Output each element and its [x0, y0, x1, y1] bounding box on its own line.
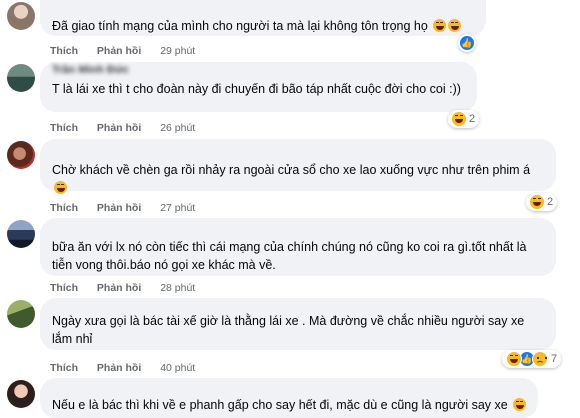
- like-button[interactable]: Thích: [50, 361, 78, 375]
- reply-button[interactable]: Phản hồi: [97, 201, 141, 215]
- comment-text-line-2: tiễn vong thôi.báo nó gọi xe khác mà về.: [52, 258, 276, 272]
- haha-emoji-icon: [506, 351, 522, 367]
- avatar[interactable]: [7, 141, 35, 169]
- like-emoji-icon: 👍: [460, 36, 474, 50]
- comment-text: Chờ khách về chèn ga rồi nhảy ra ngoài c…: [52, 163, 531, 177]
- comment-bubble: Chờ khách về chèn ga rồi nhảy ra ngoài c…: [40, 139, 556, 194]
- comment-author[interactable]: [52, 6, 474, 12]
- reaction-count: 2: [469, 113, 476, 125]
- reply-button[interactable]: Phản hồi: [97, 281, 141, 295]
- comment-text-line-1: Ngày xưa gọi là bác tài xế giờ là thằng …: [52, 314, 525, 328]
- comment-text-line-1: bữa ăn với lx nó còn tiếc thì cái mạng c…: [52, 240, 527, 254]
- comment-author[interactable]: [52, 381, 526, 386]
- reaction-summary[interactable]: 2: [526, 193, 558, 211]
- reaction-count: 7: [551, 353, 558, 365]
- reply-button[interactable]: Phản hồi: [97, 361, 141, 375]
- comment-text-line-2: lắm nhỉ: [52, 332, 93, 346]
- avatar[interactable]: [7, 64, 35, 92]
- like-button[interactable]: Thích: [50, 281, 78, 295]
- comment-author[interactable]: Trần Minh Đức: [52, 64, 465, 76]
- like-button[interactable]: Thích: [50, 121, 78, 135]
- avatar[interactable]: [7, 380, 35, 408]
- comment-actions: Thích Phản hồi 29 phút: [50, 44, 211, 58]
- reaction-summary[interactable]: 👍: [458, 34, 476, 52]
- haha-emoji-icon: [54, 181, 67, 194]
- comment-time[interactable]: 40 phút: [160, 361, 195, 375]
- comment-author[interactable]: [52, 301, 544, 306]
- reaction-summary[interactable]: 2: [448, 110, 480, 128]
- haha-emoji-icon: [513, 398, 527, 411]
- comment-text: Đã giao tính mạng của mình cho người ta …: [52, 19, 428, 33]
- sad-emoji-icon: [532, 351, 548, 367]
- comment-bubble: bữa ăn với lx nó còn tiếc thì cái mạng c…: [40, 218, 556, 276]
- avatar[interactable]: [7, 220, 35, 248]
- comment-time[interactable]: 29 phút: [160, 44, 195, 58]
- reaction-summary[interactable]: 👍 7: [502, 350, 562, 368]
- haha-emoji-icon: [433, 19, 447, 32]
- like-button[interactable]: Thích: [50, 201, 78, 215]
- avatar[interactable]: [7, 2, 35, 30]
- comment-bubble: Đã giao tính mạng của mình cho người ta …: [40, 0, 486, 36]
- comment-text: Nếu e là bác thì khi về e phanh gấp cho …: [52, 398, 508, 412]
- reply-button[interactable]: Phản hồi: [97, 121, 141, 135]
- avatar[interactable]: [7, 300, 35, 328]
- haha-emoji-icon: [452, 112, 466, 126]
- reaction-count: 2: [547, 196, 554, 208]
- reply-button[interactable]: Phản hồi: [97, 44, 141, 58]
- comment-actions: Thích Phản hồi 28 phút: [50, 281, 211, 295]
- comment-actions: Thích Phản hồi 40 phút: [50, 361, 211, 375]
- comment-time[interactable]: 28 phút: [160, 281, 195, 295]
- comment-time[interactable]: 26 phút: [160, 121, 195, 135]
- comment-bubble: Trần Minh Đức T là lái xe thì t cho đoàn…: [40, 62, 477, 112]
- comment-bubble: Ngày xưa gọi là bác tài xế giờ là thằng …: [40, 298, 556, 350]
- comment-time[interactable]: 27 phút: [160, 201, 195, 215]
- haha-emoji-icon: [448, 19, 462, 32]
- haha-emoji-icon: [530, 195, 544, 209]
- comment-text: T là lái xe thì t cho đoàn này đi chuyến…: [52, 82, 461, 96]
- comment-actions: Thích Phản hồi 27 phút: [50, 201, 211, 215]
- comment-bubble: Nếu e là bác thì khi về e phanh gấp cho …: [40, 378, 538, 418]
- comment-actions: Thích Phản hồi 26 phút: [50, 121, 211, 135]
- like-button[interactable]: Thích: [50, 44, 78, 58]
